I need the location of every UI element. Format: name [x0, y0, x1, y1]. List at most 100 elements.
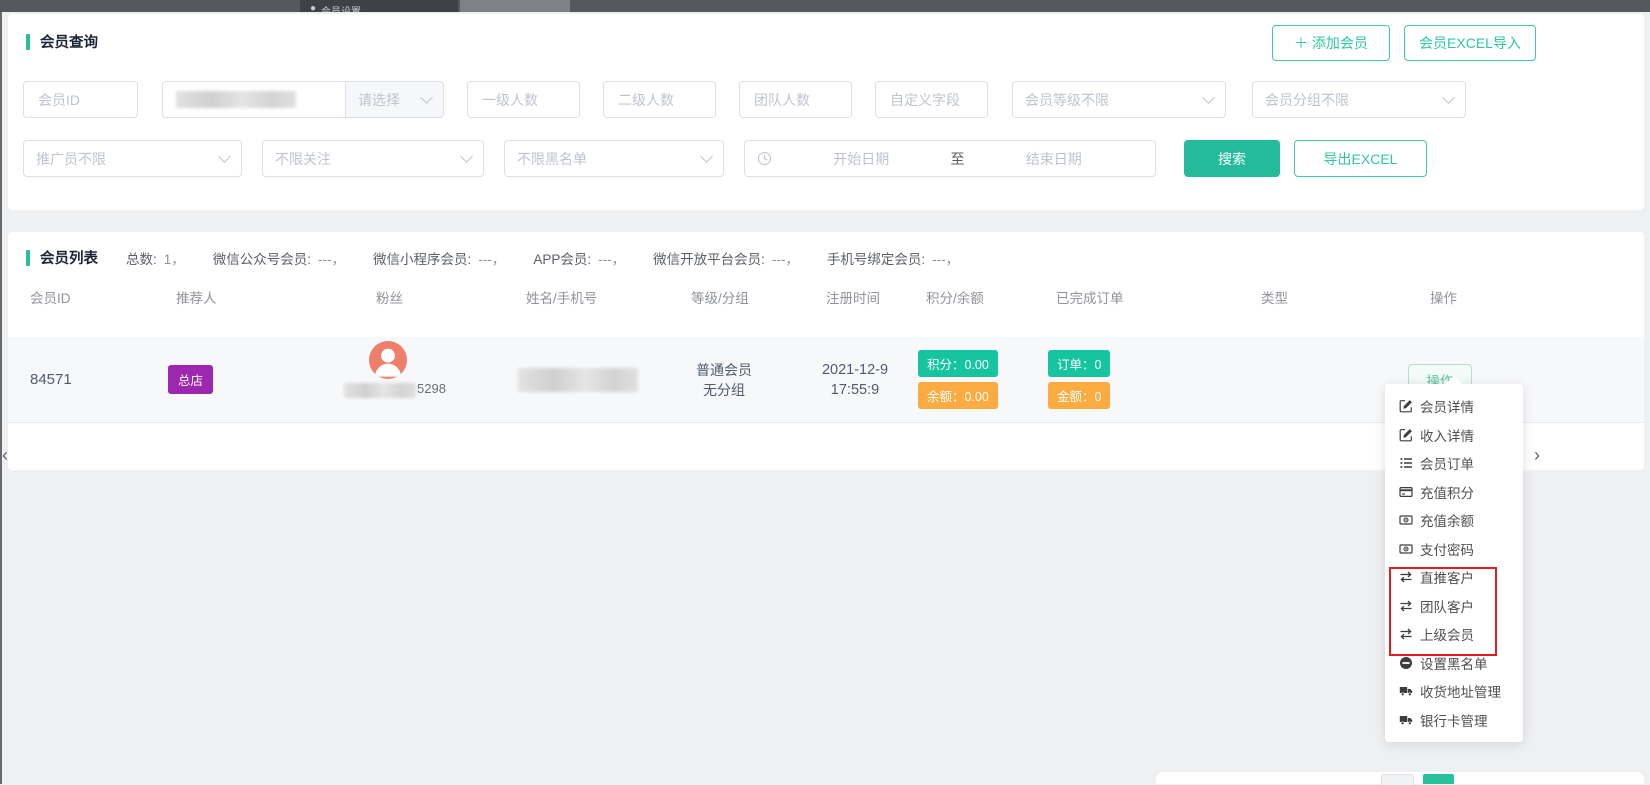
level-group-cell: 普通会员 无分组 — [683, 360, 818, 400]
action-menu-item[interactable]: 收入详情 — [1385, 421, 1523, 450]
browser-topbar: ● 会员设置 — [0, 0, 1650, 12]
title-accent-bar — [26, 34, 30, 50]
team-count-input[interactable] — [739, 81, 852, 118]
money-icon — [1399, 542, 1413, 556]
level2-count-field[interactable] — [603, 81, 716, 118]
end-date-placeholder[interactable]: 结束日期 — [965, 149, 1144, 169]
action-menu-item-label: 团队客户 — [1420, 596, 1474, 616]
scroll-right-arrow[interactable]: › — [1534, 446, 1540, 464]
swap-icon — [1399, 627, 1413, 641]
action-menu-item[interactable]: 支付密码 — [1385, 535, 1523, 564]
action-menu-item-label: 收货地址管理 — [1420, 681, 1501, 701]
action-menu-item[interactable]: 设置黑名单 — [1385, 649, 1523, 678]
action-menu-item-label: 会员详情 — [1420, 396, 1474, 416]
action-menu-item[interactable]: 收货地址管理 — [1385, 677, 1523, 706]
member-stat: 总数:1， — [126, 248, 185, 268]
chevron-down-icon — [1202, 91, 1215, 104]
column-header: 类型 — [1253, 287, 1408, 307]
register-date: 2021-12-9 — [810, 360, 900, 380]
member-group-select[interactable]: 会员分组不限 — [1252, 81, 1466, 118]
level1-count-field[interactable] — [467, 81, 580, 118]
pagination-prev-button[interactable] — [1381, 774, 1414, 785]
member-level: 普通会员 — [679, 360, 769, 380]
browser-tab[interactable]: ● 会员设置 — [300, 0, 458, 12]
redacted-name-phone — [518, 368, 638, 392]
chevron-down-icon — [420, 91, 433, 104]
action-menu-item[interactable]: 直推客户 — [1385, 563, 1523, 592]
member-stat: 微信公众号会员:---， — [213, 248, 345, 268]
action-menu-item-label: 银行卡管理 — [1420, 710, 1488, 730]
action-menu-item-label: 会员订单 — [1420, 453, 1474, 473]
member-excel-import-button[interactable]: 会员EXCEL导入 — [1404, 25, 1536, 61]
window-left-edge — [0, 12, 2, 784]
edit-icon — [1399, 399, 1413, 413]
action-menu-item-label: 直推客户 — [1420, 567, 1474, 587]
level2-count-input[interactable] — [603, 81, 716, 118]
promoter-select[interactable]: 推广员不限 — [23, 140, 242, 177]
query-panel-header: 会员查询 — [26, 31, 98, 52]
date-range-picker[interactable]: 开始日期 至 结束日期 — [744, 140, 1156, 177]
column-header: 姓名/手机号 — [518, 287, 683, 307]
search-type-select[interactable]: 请选择 — [345, 81, 444, 118]
action-menu-item-label: 收入详情 — [1420, 425, 1474, 445]
scroll-left-arrow[interactable]: ‹ — [2, 446, 8, 464]
action-menu-item[interactable]: 充值积分 — [1385, 478, 1523, 507]
referrer-badge: 总店 — [168, 365, 213, 394]
team-count-field[interactable] — [739, 81, 852, 118]
member-group-value: 会员分组不限 — [1265, 90, 1349, 110]
action-menu-item[interactable]: 充值余额 — [1385, 506, 1523, 535]
column-header: 推荐人 — [168, 287, 368, 307]
redacted-value — [176, 91, 296, 108]
query-panel-title: 会员查询 — [40, 31, 98, 52]
swap-icon — [1399, 570, 1413, 584]
action-menu-item[interactable]: 会员订单 — [1385, 449, 1523, 478]
points-balance-cell: 积分：0.00 余额：0.00 — [918, 350, 1048, 409]
add-member-button[interactable]: ＋ 添加会员 — [1272, 25, 1390, 61]
name-phone-cell — [518, 368, 683, 392]
member-id-input[interactable] — [23, 81, 138, 118]
member-stat: 微信开放平台会员:---， — [653, 248, 799, 268]
fans-name-fragment: 5298 — [417, 381, 446, 396]
list-panel-header: 会员列表 总数:1，微信公众号会员:---，微信小程序会员:---，APP会员:… — [26, 247, 959, 268]
action-menu-item-label: 支付密码 — [1420, 539, 1474, 559]
promoter-value: 推广员不限 — [36, 149, 106, 169]
orders-badge: 订单：0 — [1048, 350, 1110, 377]
balance-badge: 余额：0.00 — [918, 382, 998, 409]
list-panel-title: 会员列表 — [40, 247, 98, 268]
level1-count-input[interactable] — [467, 81, 580, 118]
chevron-down-icon — [218, 150, 231, 163]
title-accent-bar — [26, 250, 30, 266]
tab-dot-icon: ● — [310, 3, 316, 12]
action-menu-item-label: 充值积分 — [1420, 482, 1474, 502]
member-stats: 总数:1，微信公众号会员:---，微信小程序会员:---，APP会员:---，微… — [126, 248, 959, 268]
blacklist-filter-value: 不限黑名单 — [517, 149, 587, 169]
table-header-row: 会员ID推荐人粉丝姓名/手机号等级/分组注册时间积分/余额已完成订单类型操作 — [8, 280, 1644, 314]
custom-field-field[interactable] — [875, 81, 988, 118]
action-menu-item[interactable]: 团队客户 — [1385, 592, 1523, 621]
follow-filter-select[interactable]: 不限关注 — [262, 140, 484, 177]
completed-orders-cell: 订单：0 金额：0 — [1048, 350, 1253, 409]
avatar[interactable] — [369, 341, 407, 379]
action-menu-item[interactable]: 上级会员 — [1385, 620, 1523, 649]
truck-icon — [1399, 684, 1413, 698]
custom-field-input[interactable] — [875, 81, 988, 118]
member-id-field[interactable] — [23, 81, 138, 118]
action-menu-item[interactable]: 银行卡管理 — [1385, 706, 1523, 735]
column-header: 粉丝 — [368, 287, 518, 307]
column-header: 注册时间 — [818, 287, 918, 307]
amount-badge: 金额：0 — [1048, 382, 1110, 409]
member-level-select[interactable]: 会员等级不限 — [1012, 81, 1226, 118]
redacted-search-field[interactable] — [162, 81, 346, 118]
column-header: 操作 — [1408, 287, 1622, 307]
redacted-fans-name — [344, 383, 416, 398]
blacklist-filter-select[interactable]: 不限黑名单 — [504, 140, 724, 177]
export-excel-button[interactable]: 导出EXCEL — [1294, 140, 1427, 177]
ban-icon — [1399, 656, 1413, 670]
date-separator: 至 — [951, 149, 965, 169]
column-header: 会员ID — [8, 287, 168, 307]
search-button[interactable]: 搜索 — [1184, 140, 1280, 177]
pagination-page-1-button[interactable] — [1423, 774, 1454, 784]
referrer-cell: 总店 — [168, 365, 368, 394]
action-menu-item[interactable]: 会员详情 — [1385, 392, 1523, 421]
start-date-placeholder[interactable]: 开始日期 — [772, 149, 951, 169]
